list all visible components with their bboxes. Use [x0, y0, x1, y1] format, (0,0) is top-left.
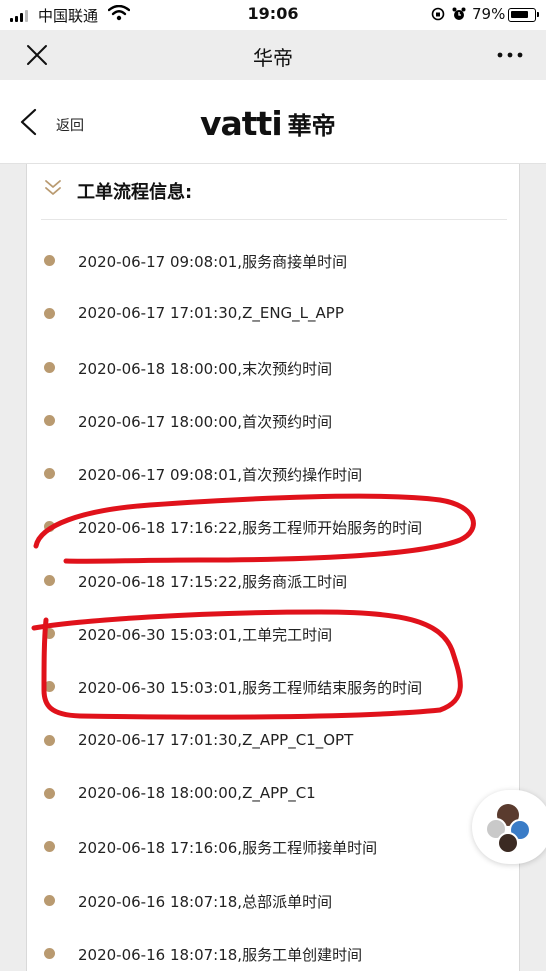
chevron-down-icon — [45, 180, 61, 195]
status-bar: 中国联通 19:06 79% — [0, 0, 546, 30]
flow-item: 2020-06-17 17:01:30,Z_ENG_L_APP — [27, 289, 521, 342]
flow-item: 2020-06-17 18:00:00,首次预约时间 — [27, 396, 521, 449]
flow-item: 2020-06-17 09:08:01,服务商接单时间 — [27, 236, 521, 289]
flow-item: 2020-06-30 15:03:01,工单完工时间 — [27, 609, 521, 662]
webview-header: 华帝 — [0, 30, 546, 80]
section-header[interactable]: 工单流程信息: — [41, 164, 507, 220]
flow-item-text: 2020-06-17 09:08:01,服务商接单时间 — [78, 253, 348, 271]
flow-item: 2020-06-16 18:07:18,服务工单创建时间 — [27, 929, 521, 971]
timeline-dot — [44, 841, 55, 853]
flow-item: 2020-06-17 17:01:30,Z_APP_C1_OPT — [27, 716, 521, 769]
timeline-dot — [44, 734, 55, 746]
timeline-dot — [44, 574, 55, 586]
avatar — [497, 832, 519, 854]
webview-title: 华帝 — [253, 46, 293, 70]
flow-item-text: 2020-06-18 18:00:00,Z_APP_C1 — [78, 783, 316, 802]
logo-cjk: 華帝 — [287, 111, 336, 140]
timeline-dot — [44, 681, 55, 693]
flow-item-text: 2020-06-17 18:00:00,首次预约时间 — [78, 412, 333, 431]
flow-item-text: 2020-06-18 17:16:06,服务工程师接单时间 — [78, 839, 378, 858]
flow-item: 2020-06-30 15:03:01,服务工程师结束服务的时间 — [27, 662, 521, 715]
flow-item: 2020-06-18 17:15:22,服务商派工时间 — [27, 556, 521, 609]
timeline-dot — [44, 628, 55, 640]
section-title: 工单流程信息: — [77, 182, 193, 203]
timeline-dot — [44, 468, 55, 480]
flow-item-text: 2020-06-30 15:03:01,工单完工时间 — [78, 626, 333, 645]
flow-item-text: 2020-06-17 17:01:30,Z_APP_C1_OPT — [78, 730, 354, 749]
battery-icon — [508, 8, 539, 22]
timeline-dot — [44, 414, 55, 426]
battery-percent: 79% — [472, 5, 506, 23]
back-button[interactable]: 返回 — [56, 115, 84, 135]
flow-list: 2020-06-17 09:08:01,服务商接单时间 2020-06-17 17… — [27, 236, 521, 971]
flow-item: 2020-06-16 18:07:18,总部派单时间 — [27, 876, 521, 929]
content-card: 工单流程信息: 2020-06-17 09:08:01,服务商接单时间 2020-… — [26, 164, 520, 971]
flow-item-text: 2020-06-17 09:08:01,首次预约操作时间 — [78, 466, 363, 485]
floating-chat-widget[interactable] — [472, 790, 546, 864]
flow-item-text: 2020-06-17 17:01:30,Z_ENG_L_APP — [78, 304, 344, 323]
timeline-dot — [44, 894, 55, 906]
timeline-dot — [44, 521, 55, 533]
flow-item: 2020-06-18 17:16:22,服务工程师开始服务的时间 — [27, 502, 521, 555]
flow-item-text: 2020-06-16 18:07:18,服务工单创建时间 — [78, 945, 363, 964]
flow-item-text: 2020-06-18 17:16:22,服务工程师开始服务的时间 — [78, 519, 423, 538]
app-header: 返回 vatti 華帝 — [0, 80, 546, 164]
flow-item: 2020-06-18 18:00:00,末次预约时间 — [27, 343, 521, 396]
flow-item: 2020-06-17 09:08:01,首次预约操作时间 — [27, 449, 521, 502]
flow-item: 2020-06-18 18:00:00,Z_APP_C1 — [27, 769, 521, 822]
flow-item-text: 2020-06-30 15:03:01,服务工程师结束服务的时间 — [78, 679, 423, 698]
timeline-dot — [44, 255, 55, 266]
timeline-dot — [44, 361, 55, 373]
back-icon[interactable] — [18, 108, 38, 136]
vatti-logo: vatti 華帝 — [200, 103, 336, 143]
more-icon[interactable] — [496, 44, 524, 66]
flow-item-text: 2020-06-18 18:00:00,末次预约时间 — [78, 359, 333, 378]
logo-latin: vatti — [200, 103, 283, 143]
rotation-lock-icon — [431, 7, 445, 21]
flow-item-text: 2020-06-16 18:07:18,总部派单时间 — [78, 892, 333, 911]
timeline-dot — [44, 947, 55, 959]
timeline-dot — [44, 787, 55, 799]
alarm-icon — [452, 7, 466, 20]
timeline-dot — [44, 308, 55, 320]
flow-item-text: 2020-06-18 17:15:22,服务商派工时间 — [78, 572, 348, 591]
flow-item: 2020-06-18 17:16:06,服务工程师接单时间 — [27, 822, 521, 875]
